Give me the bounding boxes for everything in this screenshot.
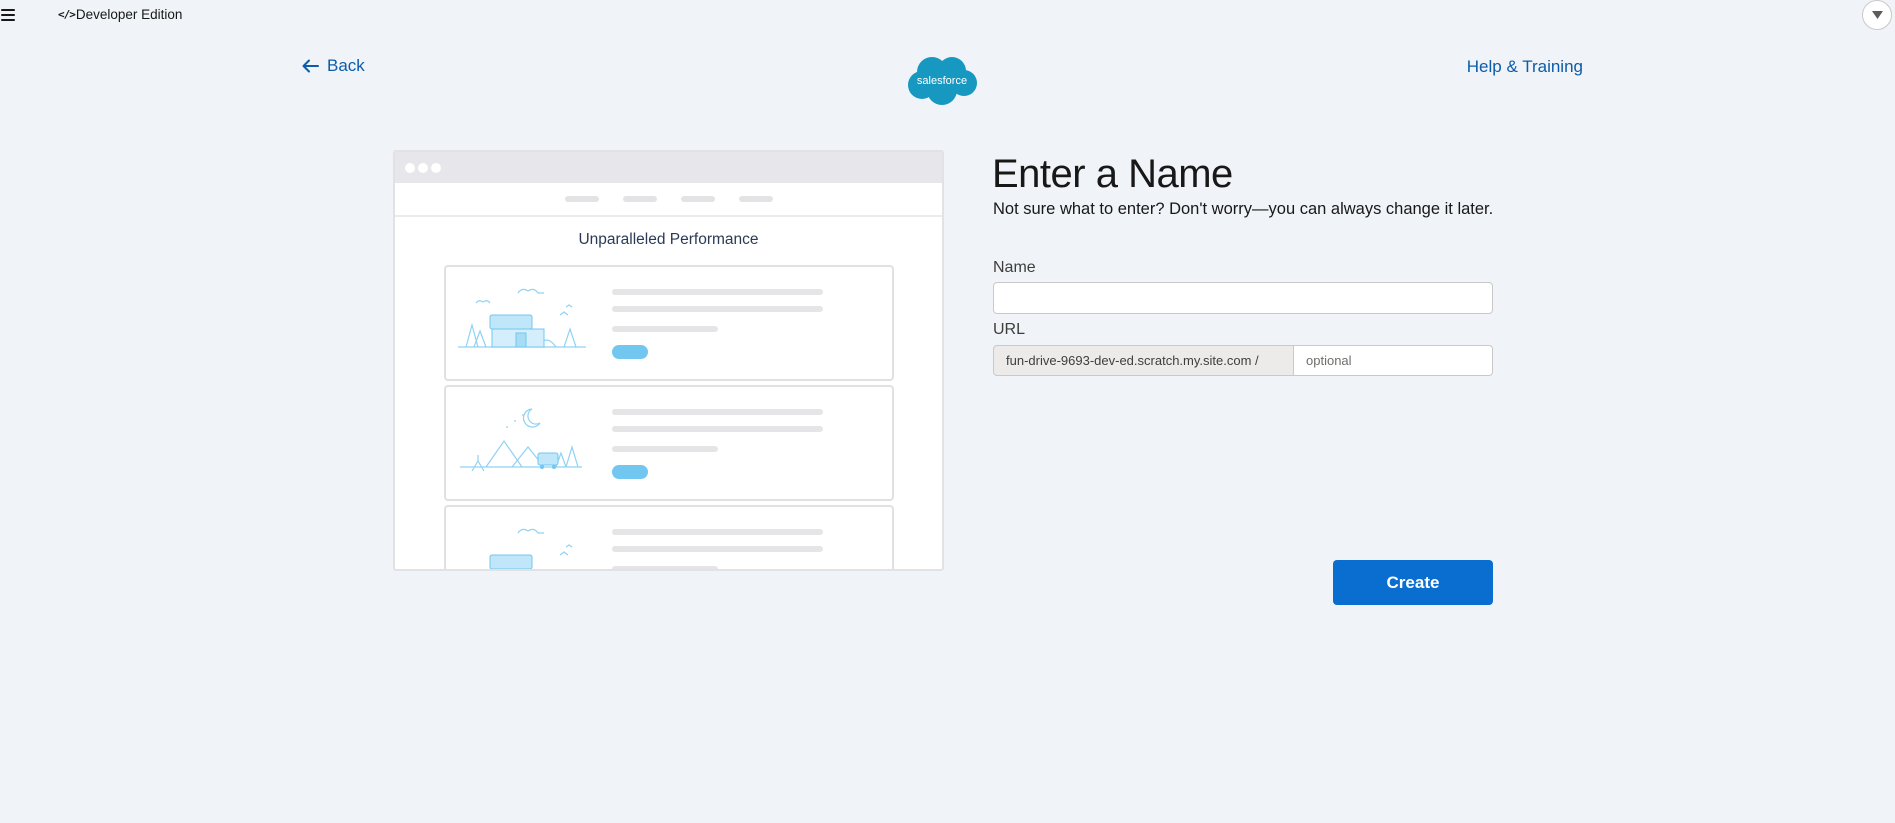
night-camp-illustration (460, 408, 582, 472)
help-training-link[interactable]: Help & Training (1467, 57, 1583, 77)
window-dot (418, 162, 428, 173)
salesforce-logo: salesforce (908, 57, 977, 105)
back-link[interactable]: Back (302, 56, 365, 76)
arrow-left-icon (302, 59, 319, 73)
preview-title: Unparalleled Performance (578, 231, 759, 248)
page-title: Enter a Name (992, 152, 1233, 196)
text-placeholder (612, 306, 823, 312)
browser-chrome (395, 152, 942, 183)
name-label: Name (993, 259, 1036, 276)
url-prefix: fun-drive-9693-dev-ed.scratch.my.site.co… (993, 345, 1294, 376)
preview-card (444, 385, 894, 501)
url-label: URL (993, 321, 1026, 338)
text-placeholder (612, 446, 718, 452)
button-placeholder (612, 465, 648, 479)
url-path-input[interactable] (1294, 345, 1493, 376)
preview-card (444, 265, 894, 381)
house-illustration (458, 288, 586, 348)
app-edition-label: </> Developer Edition (58, 7, 182, 22)
text-placeholder (612, 426, 823, 432)
window-dot (431, 162, 441, 173)
nav-placeholder (738, 196, 773, 202)
nav-placeholder (680, 196, 715, 202)
text-placeholder (612, 546, 823, 552)
hamburger-menu-icon[interactable] (1, 9, 15, 23)
code-icon: </> (58, 8, 76, 21)
nav-placeholder (564, 196, 599, 202)
button-placeholder (612, 345, 648, 359)
svg-text:salesforce: salesforce (917, 75, 967, 87)
text-placeholder (612, 529, 823, 535)
page-subtitle: Not sure what to enter? Don't worry—you … (993, 200, 1494, 218)
text-placeholder (612, 289, 823, 295)
create-button[interactable]: Create (1333, 560, 1493, 605)
edition-text: Developer Edition (75, 7, 183, 22)
preview-navbar (395, 183, 942, 217)
preview-card (444, 505, 894, 569)
text-placeholder (612, 409, 823, 415)
site-preview-illustration: Unparalleled Performance (393, 150, 944, 571)
house-illustration (489, 528, 573, 569)
chevron-down-icon (1871, 11, 1883, 19)
text-placeholder (612, 326, 718, 332)
back-label: Back (327, 56, 365, 75)
text-placeholder (612, 566, 718, 569)
chevron-down-button[interactable] (1862, 0, 1892, 30)
window-dot (405, 162, 415, 173)
name-input[interactable] (993, 282, 1493, 314)
nav-placeholder (622, 196, 657, 202)
